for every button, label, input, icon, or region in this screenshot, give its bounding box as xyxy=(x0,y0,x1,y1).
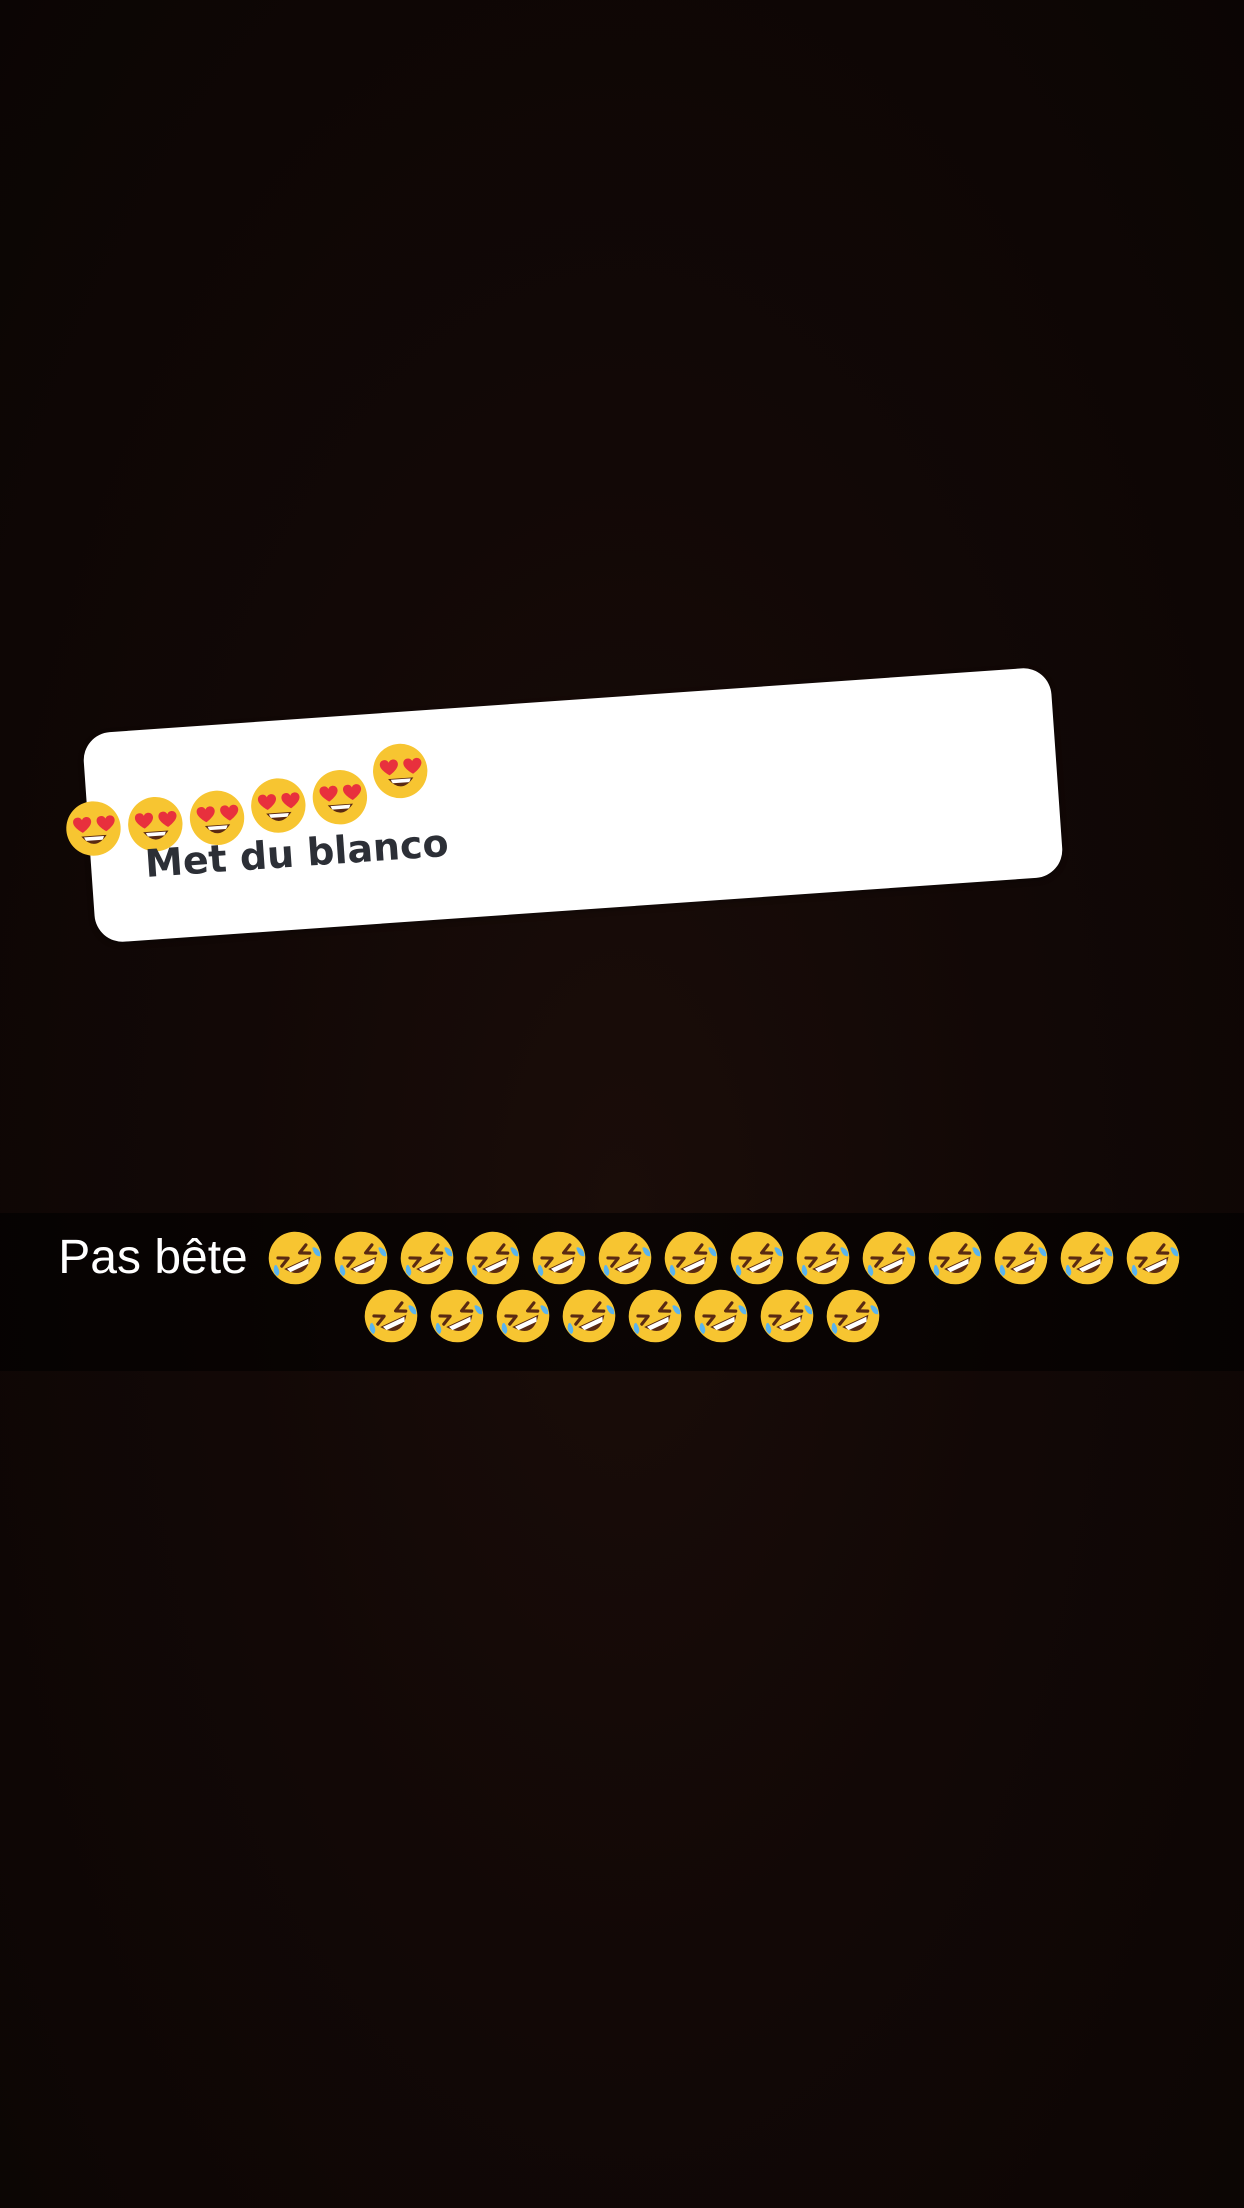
rolling-on-floor-laughing-icon xyxy=(398,1229,456,1287)
rolling-on-floor-laughing-icon xyxy=(494,1287,552,1345)
heart-eyes-emoji-row xyxy=(62,743,428,856)
rolling-on-floor-laughing-icon xyxy=(794,1229,852,1287)
caption-bar[interactable]: Pas bête xyxy=(0,1213,1244,1371)
text-sticker-card[interactable]: Met du blanco xyxy=(66,666,1065,944)
rolling-on-floor-laughing-icon xyxy=(626,1287,684,1345)
caption-line-2 xyxy=(0,1287,1244,1345)
rolling-on-floor-laughing-icon xyxy=(860,1229,918,1287)
heart-eyes-icon xyxy=(369,740,431,802)
heart-eyes-icon xyxy=(247,775,309,837)
rolling-on-floor-laughing-icon xyxy=(992,1229,1050,1287)
caption-text-block: Pas bête xyxy=(0,1229,1244,1345)
rolling-on-floor-laughing-icon xyxy=(692,1287,750,1345)
rolling-on-floor-laughing-icon xyxy=(926,1229,984,1287)
rolling-on-floor-laughing-icon xyxy=(596,1229,654,1287)
caption-line-1: Pas bête xyxy=(0,1229,1244,1287)
rolling-on-floor-laughing-icon xyxy=(1124,1229,1182,1287)
rolling-on-floor-laughing-icon xyxy=(362,1287,420,1345)
rolling-on-floor-laughing-icon xyxy=(1058,1229,1116,1287)
rolling-on-floor-laughing-icon xyxy=(758,1287,816,1345)
rolling-on-floor-laughing-icon xyxy=(530,1229,588,1287)
heart-eyes-icon xyxy=(63,798,125,860)
rolling-on-floor-laughing-icon xyxy=(662,1229,720,1287)
rolling-on-floor-laughing-icon xyxy=(824,1287,882,1345)
heart-eyes-icon xyxy=(309,766,371,828)
story-canvas: Met du blanco Pas bête xyxy=(0,0,1244,2208)
rolling-on-floor-laughing-icon xyxy=(560,1287,618,1345)
rolling-on-floor-laughing-icon xyxy=(428,1287,486,1345)
rolling-on-floor-laughing-icon xyxy=(464,1229,522,1287)
rolling-on-floor-laughing-icon xyxy=(266,1229,324,1287)
rolling-on-floor-laughing-icon xyxy=(332,1229,390,1287)
caption-words: Pas bête xyxy=(58,1231,248,1284)
rolling-on-floor-laughing-icon xyxy=(728,1229,786,1287)
